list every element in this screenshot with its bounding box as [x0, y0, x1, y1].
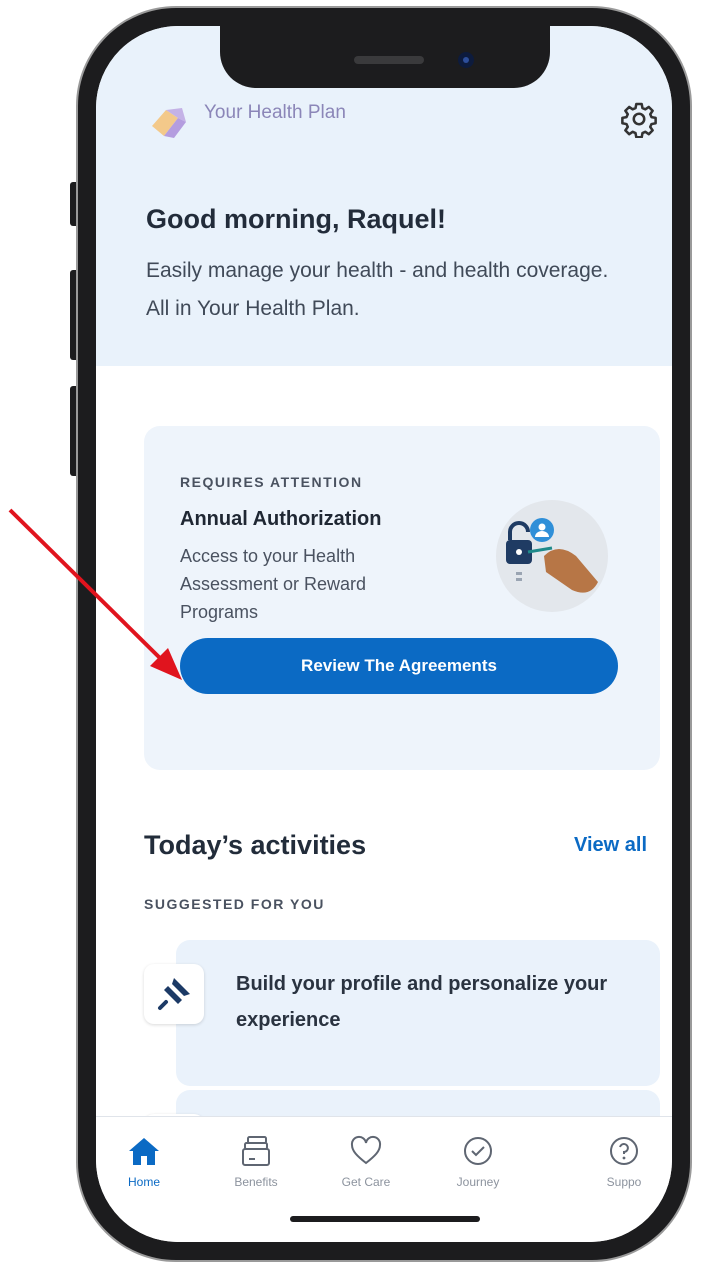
notch — [220, 26, 550, 88]
speaker — [354, 56, 424, 64]
camera-icon — [458, 52, 474, 68]
annotation-arrow — [8, 508, 182, 680]
